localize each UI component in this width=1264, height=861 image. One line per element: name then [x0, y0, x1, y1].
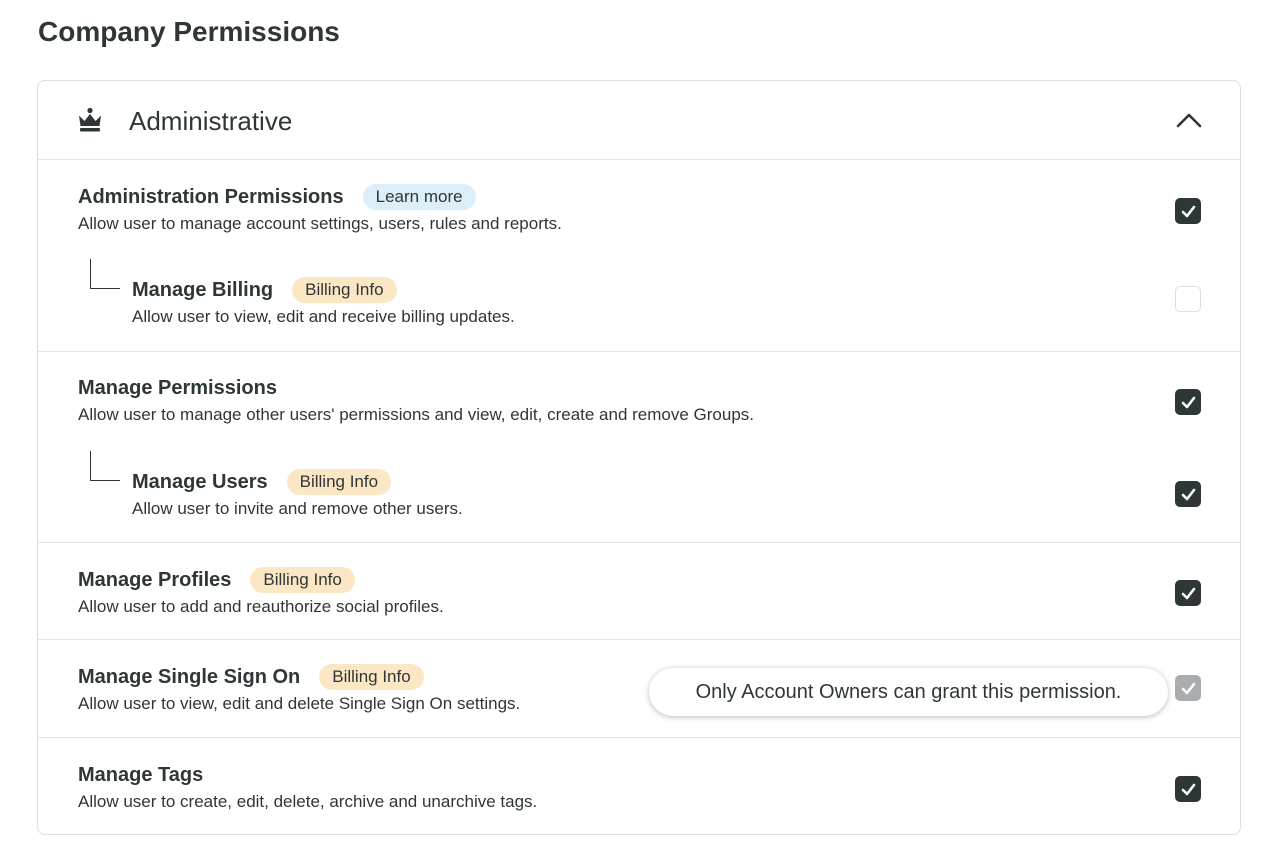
checkmark-icon [1181, 682, 1195, 694]
tree-connector [90, 451, 120, 481]
manage-permissions-checkbox[interactable] [1175, 389, 1201, 415]
permission-title: Manage Profiles [78, 568, 232, 591]
permission-description: Allow user to manage account settings, u… [78, 214, 562, 233]
permission-description: Allow user to view, edit and receive bil… [132, 307, 515, 326]
checkmark-icon [1181, 783, 1195, 795]
permission-title: Manage Single Sign On [78, 665, 301, 688]
manage-sso-checkbox[interactable] [1175, 675, 1201, 701]
billing-info-badge: Billing Info [319, 664, 424, 690]
permission-description: Allow user to create, edit, delete, arch… [78, 792, 538, 811]
permission-row: Manage Billing Billing Info Allow user t… [132, 275, 1240, 327]
billing-info-badge: Billing Info [250, 567, 355, 593]
checkmark-icon [1181, 396, 1195, 408]
manage-tags-checkbox[interactable] [1175, 776, 1201, 802]
manage-users-checkbox[interactable] [1175, 481, 1201, 507]
permission-tooltip: Only Account Owners can grant this permi… [649, 668, 1168, 716]
manage-profiles-checkbox[interactable] [1175, 580, 1201, 606]
permission-row: Manage Users Billing Info Allow user to … [132, 467, 1240, 519]
permission-title: Manage Permissions [78, 376, 277, 399]
permission-row: Manage Profiles Billing Info Allow user … [78, 565, 1240, 617]
crown-icon [79, 107, 101, 132]
checkmark-icon [1181, 587, 1195, 599]
chevron-up-icon[interactable] [1174, 107, 1204, 133]
permission-description: Allow user to add and reauthorize social… [78, 597, 444, 616]
permission-title: Administration Permissions [78, 185, 344, 208]
checkmark-icon [1181, 488, 1195, 500]
permission-row: Manage Permissions Allow user to manage … [78, 373, 1240, 425]
tree-connector [90, 259, 120, 289]
permission-row: Administration Permissions Learn more Al… [78, 182, 1240, 234]
permission-description: Allow user to manage other users' permis… [78, 405, 755, 424]
learn-more-link[interactable]: Learn more [362, 184, 476, 210]
permission-description: Allow user to invite and remove other us… [132, 499, 463, 518]
administrative-panel: Administrative Administration Permission… [37, 80, 1241, 835]
panel-header[interactable]: Administrative [38, 81, 1240, 160]
panel-title: Administrative [129, 106, 293, 136]
administration-permissions-checkbox[interactable] [1175, 198, 1201, 224]
permission-title: Manage Tags [78, 763, 204, 786]
checkmark-icon [1181, 205, 1195, 217]
permission-title: Manage Users [132, 470, 268, 493]
billing-info-badge: Billing Info [292, 277, 397, 303]
billing-info-badge: Billing Info [286, 469, 392, 495]
manage-billing-checkbox[interactable] [1175, 286, 1201, 312]
permission-row: Manage Tags Allow user to create, edit, … [78, 760, 1240, 812]
page-title: Company Permissions [38, 16, 340, 47]
permission-title: Manage Billing [132, 278, 274, 301]
